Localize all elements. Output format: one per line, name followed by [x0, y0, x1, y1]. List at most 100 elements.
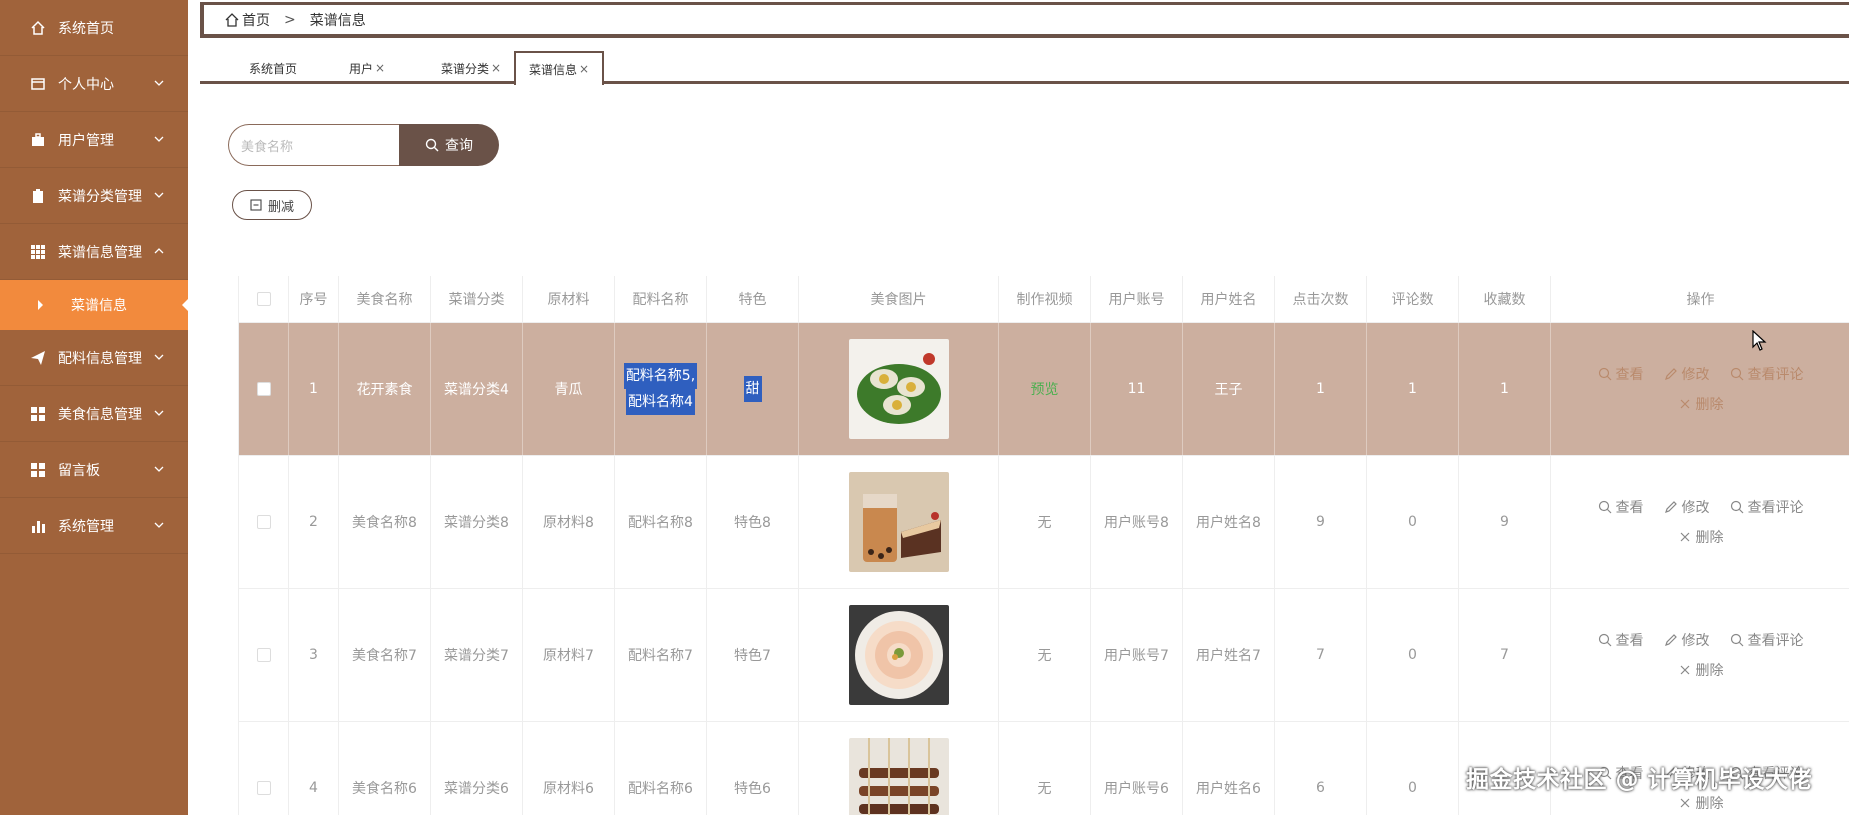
grid-icon: [30, 244, 46, 260]
bar-chart-icon: [30, 518, 46, 534]
search-input[interactable]: 美食名称: [228, 124, 400, 166]
sidebar-item-recipe-category[interactable]: 菜谱分类管理: [0, 168, 188, 224]
search-button[interactable]: 查询: [399, 124, 499, 166]
edit-button[interactable]: 修改: [1664, 630, 1710, 650]
food-image[interactable]: [848, 738, 949, 815]
close-icon: [1678, 796, 1692, 810]
chevron-up-icon: [152, 244, 166, 258]
cell-name: 花开素食: [339, 323, 431, 455]
sidebar: 系统首页 个人中心 用户管理 菜谱分类管理 菜谱信息管理 菜谱信息 配料信息管理…: [0, 0, 188, 815]
sidebar-item-ingredients[interactable]: 配料信息管理: [0, 330, 188, 386]
tab-home[interactable]: 系统首页: [228, 52, 318, 84]
table-row[interactable]: 3 美食名称7 菜谱分类7 原材料7 配料名称7 特色7 无 用户账号7 用户姓…: [239, 589, 1849, 722]
food-image[interactable]: [848, 339, 949, 439]
home-icon: [224, 12, 240, 28]
food-image[interactable]: [848, 472, 949, 572]
search-icon: [1598, 367, 1612, 381]
delete-button[interactable]: 删除: [1678, 660, 1724, 680]
cell-comments: 0: [1367, 722, 1459, 815]
breadcrumb-home[interactable]: 首页: [242, 10, 270, 30]
cell-name: 美食名称6: [339, 722, 431, 815]
tab-bar: 系统首页 用户 × 菜谱分类 × 菜谱信息 ×: [200, 50, 1849, 85]
food-image[interactable]: [848, 605, 949, 705]
search-icon: [1598, 633, 1612, 647]
cell-no: 1: [289, 323, 339, 455]
cell-favorites: 9: [1459, 456, 1551, 588]
header-cell: 制作视频: [999, 276, 1091, 322]
feature-text: 甜: [743, 376, 762, 402]
row-checkbox[interactable]: [256, 781, 271, 795]
sidebar-item-system[interactable]: 系统管理: [0, 498, 188, 554]
view-button[interactable]: 查看: [1598, 630, 1644, 650]
edit-button[interactable]: 修改: [1664, 364, 1710, 384]
cell-video: 预览: [999, 323, 1091, 455]
tab-recipe-category[interactable]: 菜谱分类 ×: [426, 52, 516, 84]
view-comments-button[interactable]: 查看评论: [1730, 497, 1804, 517]
close-icon[interactable]: ×: [579, 62, 589, 76]
close-icon[interactable]: ×: [491, 61, 501, 75]
cell-ingredient: 配料名称7: [615, 589, 707, 721]
delete-button[interactable]: 删除: [1678, 793, 1724, 813]
header-cell: 序号: [289, 276, 339, 322]
cell-clicks: 9: [1275, 456, 1367, 588]
sidebar-item-label: 留言板: [58, 462, 100, 479]
delete-button[interactable]: 删除: [1678, 527, 1724, 547]
sidebar-item-message-board[interactable]: 留言板: [0, 442, 188, 498]
cell-material: 青瓜: [523, 323, 615, 455]
view-button[interactable]: 查看: [1598, 497, 1644, 517]
header-cell: 操作: [1686, 292, 1715, 308]
header-select-all[interactable]: [239, 276, 289, 322]
breadcrumb-current: 菜谱信息: [309, 12, 366, 29]
sidebar-subitem-recipe-info[interactable]: 菜谱信息: [0, 280, 188, 330]
clipboard-icon: [30, 188, 46, 204]
sidebar-item-label: 个人中心: [58, 76, 114, 93]
breadcrumb-separator: >: [284, 11, 296, 28]
sidebar-item-users[interactable]: 用户管理: [0, 112, 188, 168]
cell-clicks: 7: [1275, 589, 1367, 721]
cell-actions: 查看 修改 查看评论 删除: [1551, 589, 1849, 721]
sidebar-item-label: 用户管理: [58, 132, 114, 149]
sidebar-item-recipe-info[interactable]: 菜谱信息管理: [0, 224, 188, 280]
sidebar-item-profile[interactable]: 个人中心: [0, 56, 188, 112]
delete-button[interactable]: 删除: [1678, 394, 1724, 414]
row-checkbox[interactable]: [256, 515, 271, 529]
close-icon[interactable]: ×: [375, 61, 385, 75]
view-button[interactable]: 查看: [1598, 364, 1644, 384]
pencil-icon: [1664, 633, 1678, 647]
sidebar-item-home[interactable]: 系统首页: [0, 0, 188, 56]
cell-image: [799, 722, 999, 815]
video-preview-link[interactable]: 预览: [1031, 379, 1059, 399]
row-checkbox[interactable]: [256, 382, 271, 396]
cell-material: 原材料8: [523, 456, 615, 588]
row-checkbox[interactable]: [256, 648, 271, 662]
apps-icon: [30, 462, 46, 478]
cell-category: 菜谱分类7: [431, 589, 523, 721]
cell-feature: 特色7: [707, 589, 799, 721]
close-icon: [1678, 663, 1692, 677]
cell-favorites: 1: [1459, 323, 1551, 455]
search-button-label: 查询: [445, 138, 473, 154]
chevron-down-icon: [152, 132, 166, 146]
select-all-checkbox[interactable]: [256, 292, 271, 306]
view-comments-button[interactable]: 查看评论: [1730, 364, 1804, 384]
ingredient-line: 配料名称4: [626, 389, 695, 415]
edit-button[interactable]: 修改: [1664, 497, 1710, 517]
cell-video: 无: [999, 589, 1091, 721]
chevron-down-icon: [152, 406, 166, 420]
view-comments-button[interactable]: 查看评论: [1730, 630, 1804, 650]
recipe-table: 序号 美食名称 菜谱分类 原材料 配料名称 特色 美食图片 制作视频 用户账号 …: [238, 276, 1849, 815]
tab-recipe-info[interactable]: 菜谱信息 ×: [514, 51, 604, 85]
table-row[interactable]: 2 美食名称8 菜谱分类8 原材料8 配料名称8 特色8 无 用户账号8 用户姓…: [239, 456, 1849, 589]
header-cell: 美食名称: [339, 276, 431, 322]
cell-no: 4: [289, 722, 339, 815]
sidebar-item-label: 系统首页: [58, 20, 114, 37]
chevron-down-icon: [152, 518, 166, 532]
batch-delete-button[interactable]: 删减: [232, 190, 312, 220]
header-cell: 用户账号: [1091, 276, 1183, 322]
table-row[interactable]: 1 花开素食 菜谱分类4 青瓜 配料名称5, 配料名称4 甜 预览 11 王子 …: [239, 323, 1849, 456]
breadcrumb: 首页 > 菜谱信息: [200, 2, 1849, 38]
sidebar-item-label: 菜谱分类管理: [58, 188, 142, 205]
tab-users[interactable]: 用户 ×: [332, 52, 402, 84]
cell-name: 美食名称8: [339, 456, 431, 588]
sidebar-item-food[interactable]: 美食信息管理: [0, 386, 188, 442]
